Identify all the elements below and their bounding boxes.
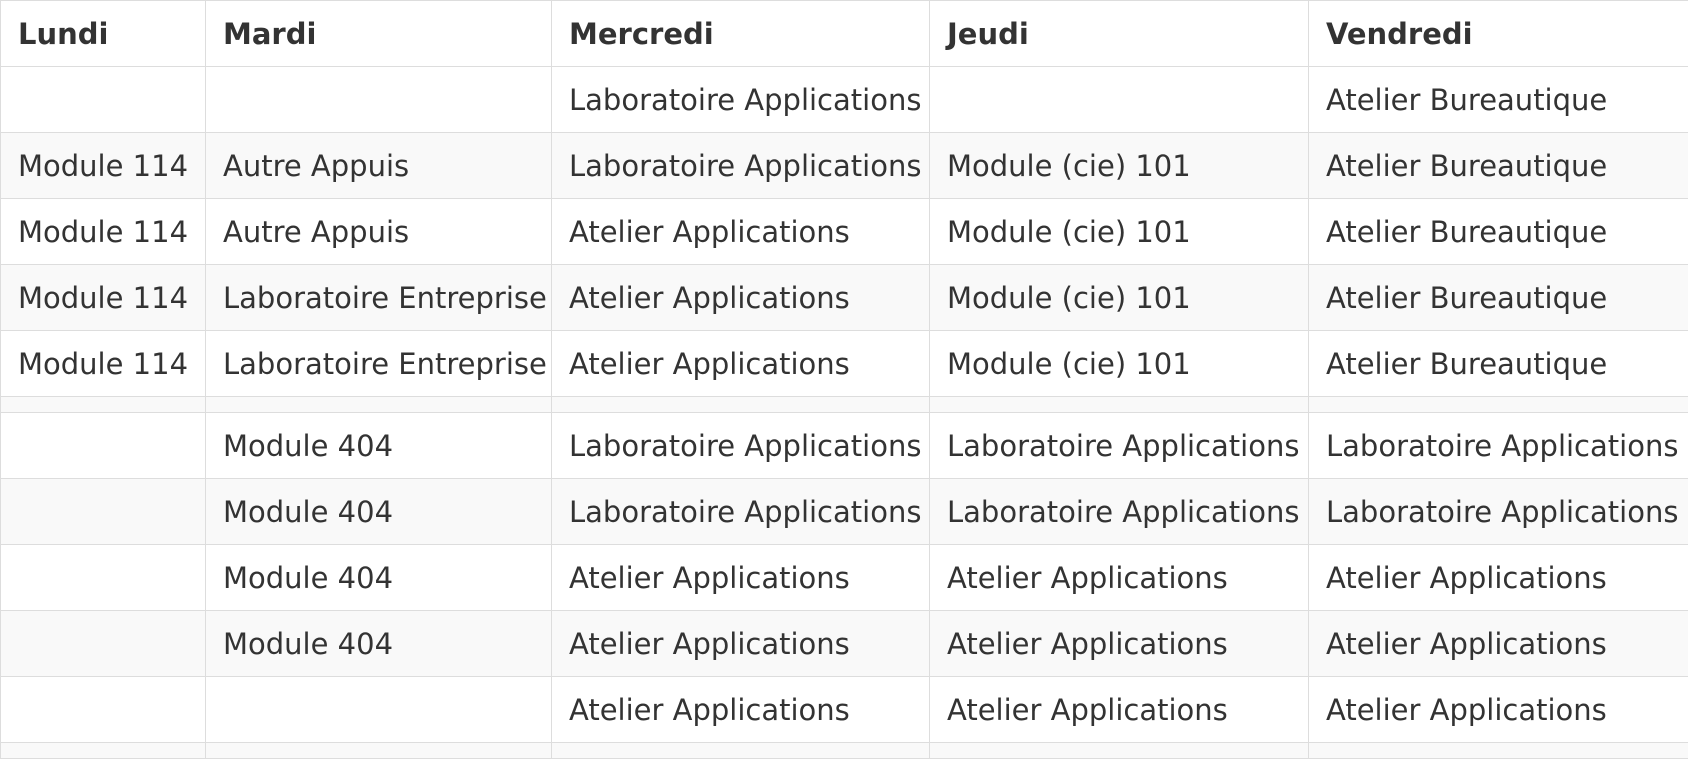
table-cell: Module (cie) 101 bbox=[929, 330, 1309, 397]
table-cell: Atelier Bureautique bbox=[1308, 66, 1688, 133]
table-cell: Autre Appuis bbox=[205, 132, 552, 199]
table-cell: Atelier Bureautique bbox=[1308, 264, 1688, 331]
table-cell: Laboratoire Entreprise bbox=[205, 330, 552, 397]
table-cell: Laboratoire Applications bbox=[551, 132, 930, 199]
table-row: Module 404 Laboratoire Applications Labo… bbox=[0, 412, 1688, 479]
column-header-mercredi: Mercredi bbox=[551, 0, 930, 67]
table-cell: Module 114 bbox=[0, 198, 206, 265]
table-cell bbox=[0, 676, 206, 743]
table-cell: Laboratoire Applications bbox=[551, 478, 930, 545]
table-cell: Atelier Applications bbox=[1308, 676, 1688, 743]
table-row: Module 114 Laboratoire Entreprise Atelie… bbox=[0, 330, 1688, 397]
weekly-schedule-table: Lundi Mardi Mercredi Jeudi Vendredi Labo… bbox=[0, 0, 1688, 759]
table-cell bbox=[0, 742, 206, 759]
table-cell bbox=[929, 396, 1309, 413]
table-row: Module 404 Atelier Applications Atelier … bbox=[0, 544, 1688, 611]
table-cell bbox=[205, 396, 552, 413]
table-cell: Module (cie) 101 bbox=[929, 132, 1309, 199]
column-header-mardi: Mardi bbox=[205, 0, 552, 67]
table-cell bbox=[1308, 742, 1688, 759]
table-cell: Module 404 bbox=[205, 412, 552, 479]
table-cell bbox=[551, 742, 930, 759]
table-cell: Laboratoire Applications bbox=[929, 478, 1309, 545]
table-cell bbox=[0, 396, 206, 413]
table-cell: Laboratoire Applications bbox=[551, 66, 930, 133]
column-header-jeudi: Jeudi bbox=[929, 0, 1309, 67]
table-row: Module 114 Laboratoire Entreprise Atelie… bbox=[0, 264, 1688, 331]
table-cell: Atelier Applications bbox=[1308, 544, 1688, 611]
table-row: Module 114 Autre Appuis Laboratoire Appl… bbox=[0, 132, 1688, 199]
table-row: Laboratoire Applications Atelier Bureaut… bbox=[0, 66, 1688, 133]
table-row: Atelier Applications Atelier Application… bbox=[0, 676, 1688, 743]
table-cell bbox=[551, 396, 930, 413]
table-cell: Atelier Applications bbox=[929, 676, 1309, 743]
table-cell: Laboratoire Entreprise bbox=[205, 264, 552, 331]
table-cell: Atelier Applications bbox=[929, 544, 1309, 611]
table-cell: Atelier Applications bbox=[929, 610, 1309, 677]
table-cell: Atelier Applications bbox=[1308, 610, 1688, 677]
table-row-separator bbox=[0, 396, 1688, 413]
table-cell bbox=[929, 66, 1309, 133]
table-cell: Laboratoire Applications bbox=[1308, 478, 1688, 545]
table-cell: Laboratoire Applications bbox=[929, 412, 1309, 479]
table-cell: Atelier Applications bbox=[551, 544, 930, 611]
table-cell: Atelier Bureautique bbox=[1308, 330, 1688, 397]
table-cell: Atelier Bureautique bbox=[1308, 132, 1688, 199]
table-cell: Atelier Applications bbox=[551, 330, 930, 397]
table-cell: Atelier Bureautique bbox=[1308, 198, 1688, 265]
table-cell: Module 404 bbox=[205, 478, 552, 545]
table-cell: Atelier Applications bbox=[551, 610, 930, 677]
table-cell: Module 404 bbox=[205, 610, 552, 677]
table-cell bbox=[0, 610, 206, 677]
table-cell bbox=[0, 66, 206, 133]
table-row: Module 404 Laboratoire Applications Labo… bbox=[0, 478, 1688, 545]
table-cell bbox=[205, 676, 552, 743]
column-header-vendredi: Vendredi bbox=[1308, 0, 1688, 67]
table-cell: Laboratoire Applications bbox=[1308, 412, 1688, 479]
table-cell bbox=[205, 742, 552, 759]
table-cell bbox=[0, 478, 206, 545]
table-cell: Atelier Applications bbox=[551, 198, 930, 265]
table-cell: Module (cie) 101 bbox=[929, 198, 1309, 265]
table-cell: Autre Appuis bbox=[205, 198, 552, 265]
table-row-separator bbox=[0, 742, 1688, 759]
table-row: Module 404 Atelier Applications Atelier … bbox=[0, 610, 1688, 677]
table-row: Module 114 Autre Appuis Atelier Applicat… bbox=[0, 198, 1688, 265]
table-cell: Module 114 bbox=[0, 264, 206, 331]
table-cell: Atelier Applications bbox=[551, 676, 930, 743]
table-cell: Module 114 bbox=[0, 132, 206, 199]
table-cell bbox=[0, 412, 206, 479]
table-cell bbox=[205, 66, 552, 133]
table-cell bbox=[929, 742, 1309, 759]
table-cell: Module (cie) 101 bbox=[929, 264, 1309, 331]
table-cell bbox=[1308, 396, 1688, 413]
table-cell: Atelier Applications bbox=[551, 264, 930, 331]
table-cell bbox=[0, 544, 206, 611]
table-cell: Module 114 bbox=[0, 330, 206, 397]
table-cell: Module 404 bbox=[205, 544, 552, 611]
column-header-lundi: Lundi bbox=[0, 0, 206, 67]
table-header-row: Lundi Mardi Mercredi Jeudi Vendredi bbox=[0, 0, 1688, 67]
table-cell: Laboratoire Applications bbox=[551, 412, 930, 479]
